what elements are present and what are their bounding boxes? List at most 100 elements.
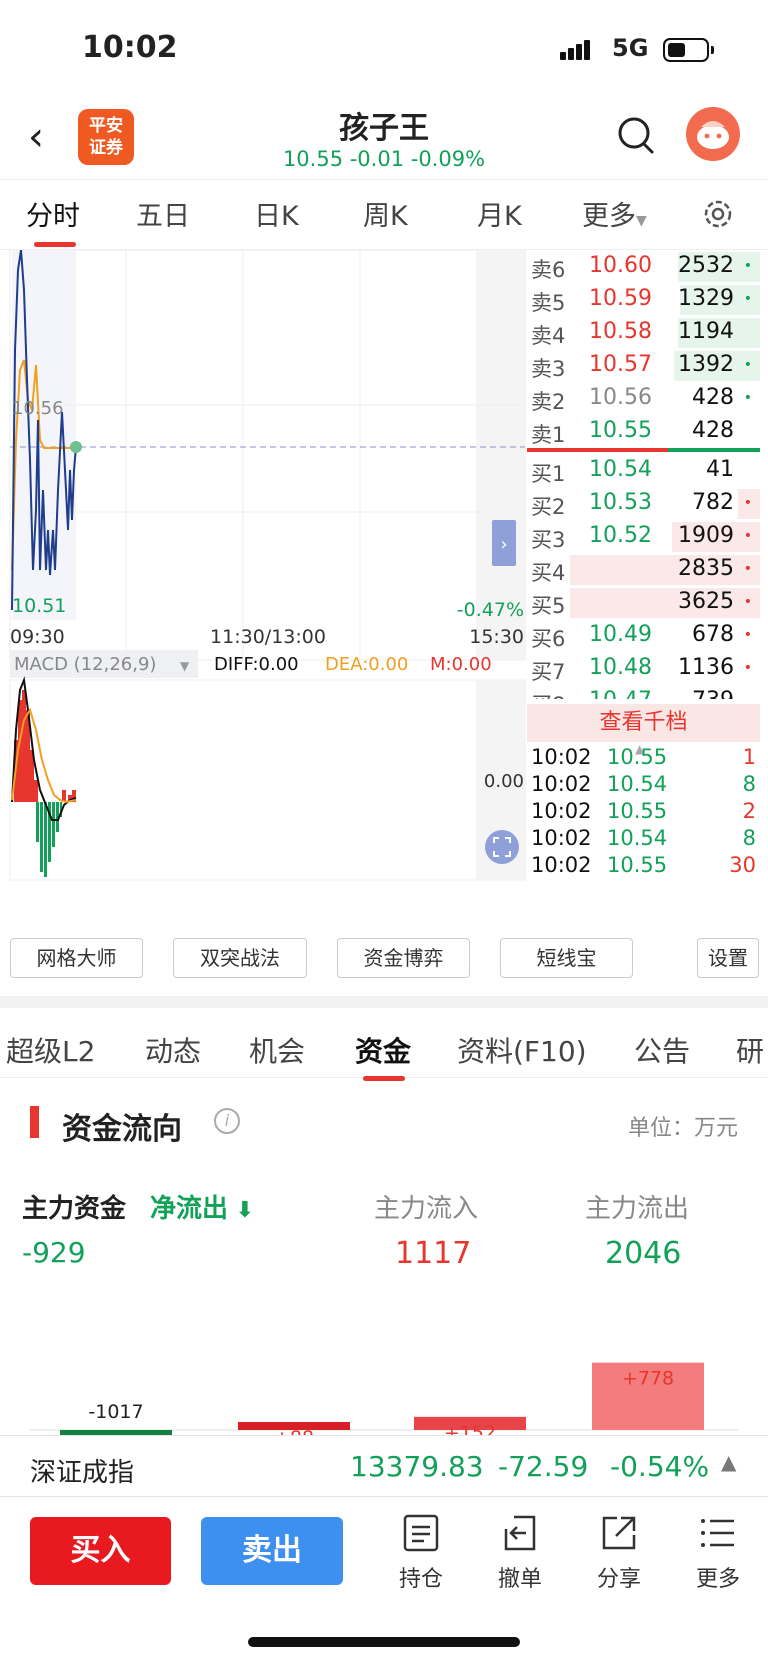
clock: 10:02: [82, 30, 178, 65]
tick-row: 10:02 10.54 8: [531, 826, 756, 853]
bid-dot: •: [743, 561, 752, 577]
ask-row[interactable]: 卖3 10.57 1392 •: [527, 349, 760, 383]
list-icon: [403, 1514, 439, 1552]
pct-low-label: -0.47%: [457, 599, 524, 621]
index-ticker[interactable]: 深证成指 13379.83 -72.59 -0.54% ▲: [0, 1435, 768, 1497]
caret-up-icon[interactable]: ▲: [721, 1450, 736, 1474]
outflow-value: 2046: [605, 1236, 682, 1271]
ask-row[interactable]: 卖5 10.59 1329 •: [527, 283, 760, 317]
bid-label: 买4: [531, 561, 566, 585]
tab-weekly-k[interactable]: 周K: [363, 194, 408, 233]
ask-dot: •: [743, 258, 752, 274]
share-button[interactable]: 分享: [584, 1513, 654, 1593]
bid-price: 10.54: [589, 457, 652, 482]
ask-price: 10.60: [589, 253, 652, 278]
tab-news[interactable]: 动态: [145, 1030, 201, 1070]
tick-price: 10.54: [607, 826, 668, 850]
more-button[interactable]: 更多: [683, 1513, 753, 1593]
tick-row: 10:02 10.55 30: [531, 853, 756, 880]
ask-price: 10.57: [589, 352, 652, 377]
tab-daily-k[interactable]: 日K: [254, 194, 299, 233]
bid-volume: 678: [692, 622, 734, 647]
holdings-button[interactable]: 持仓: [386, 1513, 456, 1593]
settings-button[interactable]: 设置: [697, 938, 759, 978]
intraday-svg: › 10.56 10.51 -0.47% 09:30 11:30/13:00 1…: [9, 249, 526, 881]
tab-more[interactable]: 更多▼: [582, 194, 647, 233]
buy-button[interactable]: 买入: [30, 1517, 171, 1585]
bid-row[interactable]: 买1 10.54 41: [527, 454, 760, 488]
ask-label: 卖5: [531, 291, 566, 315]
info-icon[interactable]: i: [214, 1108, 240, 1134]
tab-intraday[interactable]: 分时: [26, 194, 80, 233]
bid-dot: •: [743, 594, 752, 610]
tick-time: 10:02: [531, 772, 592, 796]
grid-master-button[interactable]: 网格大师: [10, 938, 143, 978]
bid-label: 买3: [531, 528, 566, 552]
bid-dot: •: [743, 528, 752, 544]
index-name: 深证成指: [30, 1458, 135, 1488]
double-breakout-button[interactable]: 双突战法: [173, 938, 307, 978]
holdings-label: 持仓: [398, 1567, 443, 1592]
bid-label: 买1: [531, 462, 566, 486]
ask-row[interactable]: 卖1 10.55 428: [527, 415, 760, 449]
bottom-bar: 买入 卖出 持仓 撤单 分享 更多: [0, 1497, 768, 1663]
gear-icon[interactable]: [700, 196, 736, 232]
tab-announcement[interactable]: 公告: [634, 1030, 690, 1070]
ask-label: 卖3: [531, 357, 566, 381]
ask-volume: 1392: [678, 352, 734, 377]
tick-time: 10:02: [531, 799, 592, 823]
bid-row[interactable]: 买6 10.49 678 •: [527, 619, 760, 653]
main-fund-value: -929: [22, 1236, 86, 1269]
search-icon[interactable]: [616, 115, 656, 157]
macd-label[interactable]: MACD (12,26,9): [14, 654, 156, 675]
ask-row[interactable]: 卖6 10.60 2532 •: [527, 250, 760, 284]
bid-volume: 41: [706, 457, 734, 482]
signal-icon: [560, 40, 592, 60]
tab-opportunity[interactable]: 机会: [249, 1030, 305, 1070]
battery-icon: [663, 38, 709, 62]
bid-price: 10.52: [589, 523, 652, 548]
short-line-button[interactable]: 短线宝: [500, 938, 633, 978]
bid-row[interactable]: 买510.503625•: [527, 586, 760, 620]
tab-f10[interactable]: 资料(F10): [457, 1030, 587, 1070]
assistant-avatar-icon[interactable]: [686, 107, 740, 161]
chevron-right-icon[interactable]: ›: [500, 534, 507, 555]
bid-row[interactable]: 买2 10.53 782 •: [527, 487, 760, 521]
tick-volume: 8: [742, 826, 756, 850]
bid-dot: •: [743, 495, 752, 511]
ask-row[interactable]: 卖2 10.56 428 •: [527, 382, 760, 416]
arrow-down-icon: ⬇: [228, 1198, 255, 1223]
unit-label: 单位：万元: [627, 1116, 738, 1141]
bid-row[interactable]: 买7 10.48 1136 •: [527, 652, 760, 686]
fund-flow-bar-label: +88: [274, 1427, 314, 1435]
bid-row[interactable]: 买410.512835•: [527, 553, 760, 587]
bid-volume: 739: [692, 688, 734, 699]
time-start: 09:30: [10, 626, 65, 648]
view-more-depth-button[interactable]: 查看千档: [527, 704, 760, 742]
battery-cap: [711, 46, 714, 54]
tab-five-day[interactable]: 五日: [136, 194, 190, 233]
bid-price: 10.49: [589, 622, 652, 647]
ask-price: 10.58: [589, 319, 652, 344]
ask-price: 10.55: [589, 418, 652, 443]
intraday-chart[interactable]: › 10.56 10.51 -0.47% 09:30 11:30/13:00 1…: [0, 249, 527, 930]
spread-bar-red: [527, 448, 668, 452]
tab-research[interactable]: 研: [736, 1030, 764, 1070]
section-marker: [30, 1106, 39, 1138]
bid-row[interactable]: 买3 10.52 1909 •: [527, 520, 760, 554]
fund-game-button[interactable]: 资金博弈: [337, 938, 470, 978]
bid-row[interactable]: 买8 10.47 739: [527, 685, 760, 699]
macd-dea: DEA:0.00: [325, 654, 408, 675]
order-book: 卖6 10.60 2532 • 卖5 10.59 1329 • 卖4 10.58 1194 卖3 10.…: [527, 250, 768, 930]
cancel-order-label: 撤单: [497, 1567, 542, 1592]
tab-super-l2[interactable]: 超级L2: [6, 1030, 95, 1070]
expand-icon[interactable]: [485, 830, 519, 864]
ask-label: 卖1: [531, 423, 566, 447]
bid-dot: •: [743, 627, 752, 643]
cancel-order-button[interactable]: 撤单: [485, 1513, 555, 1593]
inflow-value: 1117: [395, 1236, 472, 1271]
tab-funds[interactable]: 资金: [355, 1030, 411, 1070]
tab-monthly-k[interactable]: 月K: [477, 194, 522, 233]
ask-row[interactable]: 卖4 10.58 1194: [527, 316, 760, 350]
sell-button[interactable]: 卖出: [201, 1517, 343, 1585]
